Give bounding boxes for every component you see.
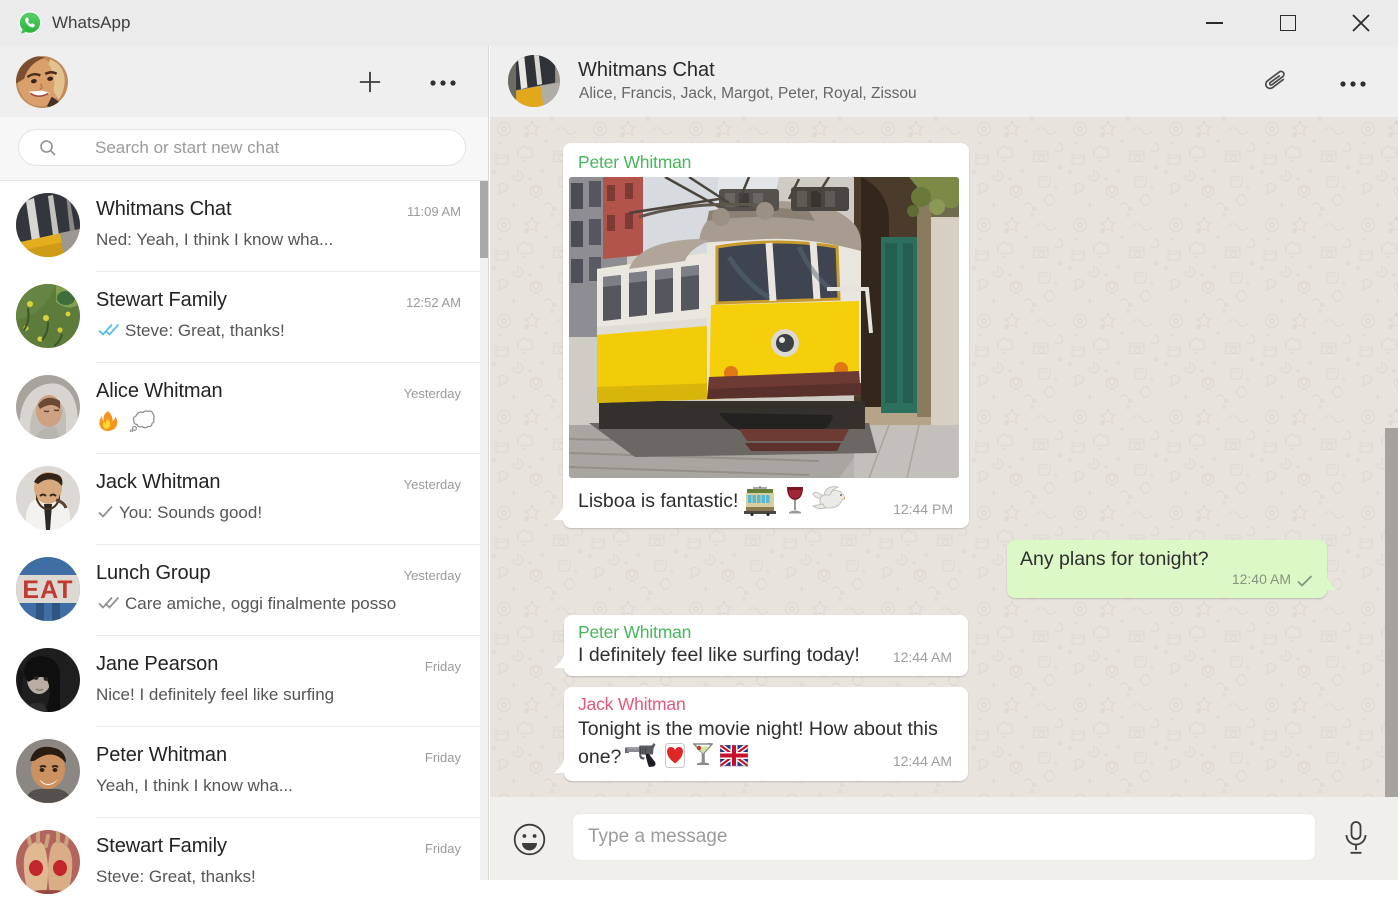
- svg-text:EAT: EAT: [22, 576, 73, 604]
